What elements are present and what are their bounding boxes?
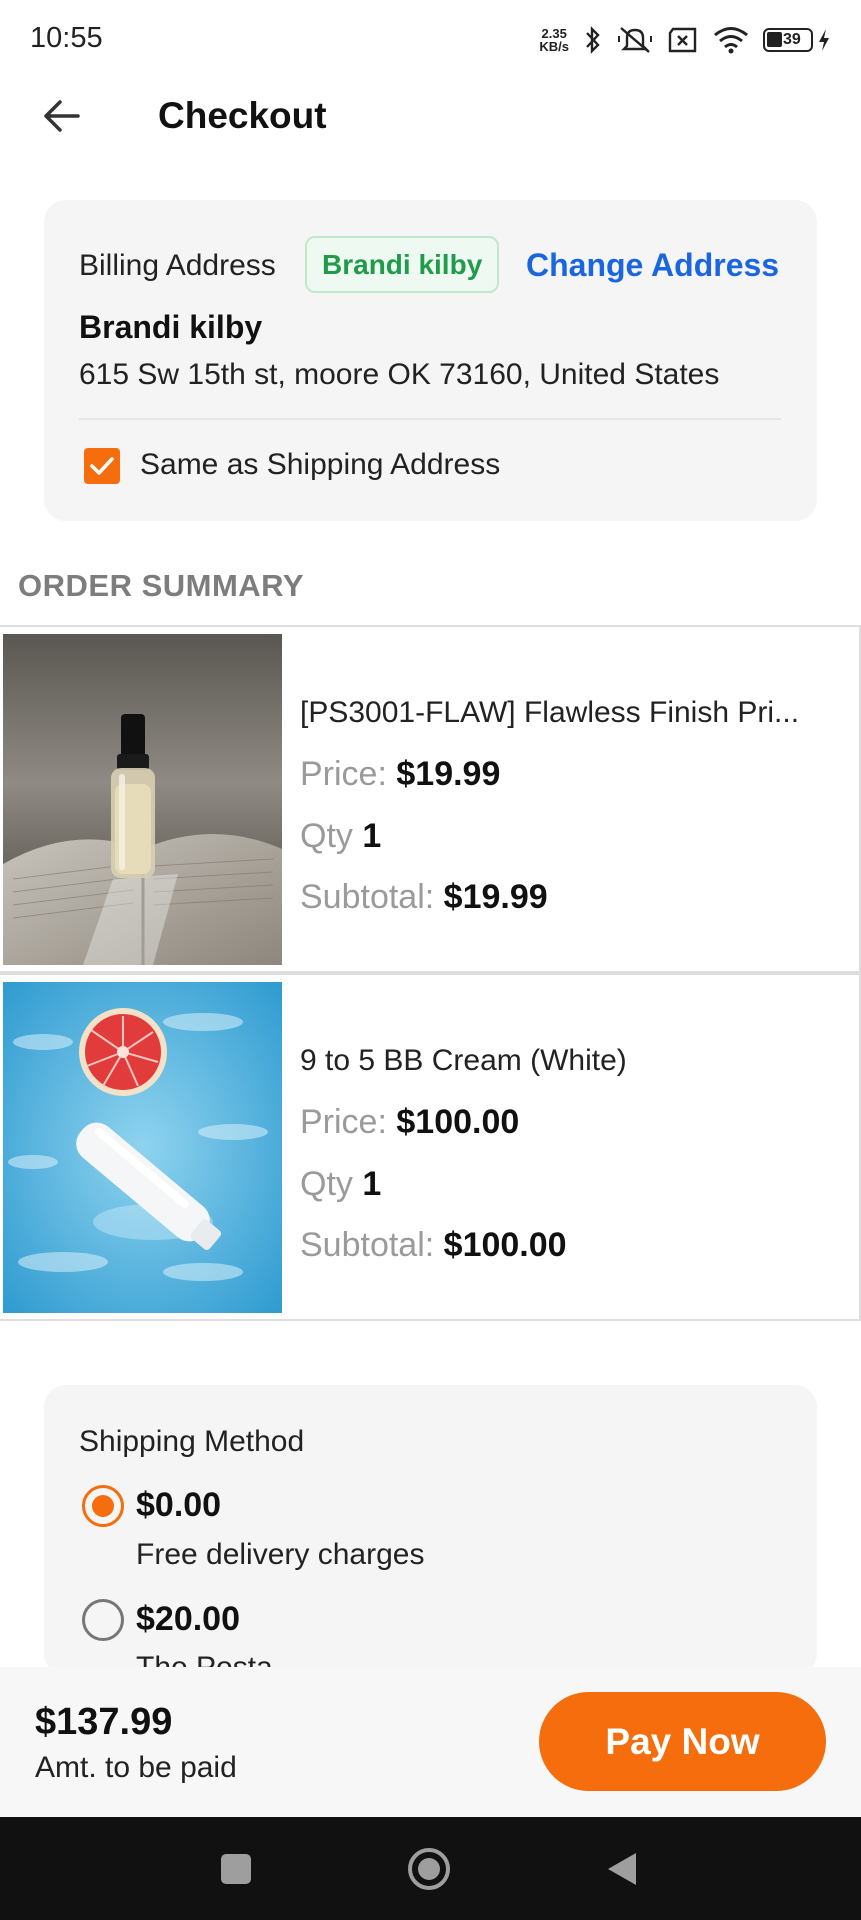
header: Checkout <box>0 80 861 150</box>
arrow-left-icon <box>44 100 80 132</box>
shipping-method-title: Shipping Method <box>79 1425 305 1458</box>
product-image-serum <box>3 634 282 965</box>
order-item-list: [PS3001-FLAW] Flawless Finish Pri... Pri… <box>0 625 861 1321</box>
pay-now-button[interactable]: Pay Now <box>539 1692 826 1791</box>
bluetooth-icon <box>586 26 600 54</box>
billing-address-label: Billing Address <box>79 249 276 282</box>
triangle-back-icon <box>608 1853 636 1885</box>
shipping-option-description: Free delivery charges <box>136 1538 425 1571</box>
home-circle-icon <box>408 1848 450 1890</box>
shipping-option-radio-posta[interactable] <box>82 1599 124 1641</box>
status-time: 10:55 <box>30 22 103 54</box>
product-subtotal-row: Subtotal: $100.00 <box>300 1226 567 1264</box>
net-speed: 2.35 KB/s <box>539 26 569 54</box>
same-as-shipping-checkbox[interactable] <box>84 448 120 484</box>
back-button[interactable] <box>38 92 86 140</box>
product-qty: 1 <box>362 817 382 855</box>
nav-back-button[interactable] <box>598 1845 646 1893</box>
product-price: $19.99 <box>396 755 501 793</box>
battery-icon: 39 <box>763 28 813 52</box>
billing-name: Brandi kilby <box>79 309 263 345</box>
product-subtotal-row: Subtotal: $19.99 <box>300 878 548 916</box>
shipping-option-price: $20.00 <box>136 1600 240 1638</box>
mute-icon <box>618 27 652 53</box>
divider <box>79 418 781 420</box>
product-price-row: Price: $19.99 <box>300 755 501 793</box>
order-item: 9 to 5 BB Cream (White) Price: $100.00 Q… <box>0 973 861 1321</box>
billing-address-card: Billing Address Brandi kilby Change Addr… <box>44 200 817 521</box>
product-name: 9 to 5 BB Cream (White) <box>300 1044 627 1077</box>
wifi-icon <box>714 27 748 54</box>
status-bar: 10:55 2.35 KB/s 39 <box>0 0 861 80</box>
checkmark-icon <box>90 457 114 475</box>
product-price-row: Price: $100.00 <box>300 1103 520 1141</box>
charging-icon <box>819 29 829 51</box>
product-price: $100.00 <box>396 1103 520 1141</box>
change-address-link[interactable]: Change Address <box>526 244 779 286</box>
checkout-footer: $137.99 Amt. to be paid Pay Now <box>0 1667 861 1817</box>
billing-name-badge: Brandi kilby <box>305 236 500 293</box>
product-qty: 1 <box>362 1165 382 1203</box>
shipping-option-price: $0.00 <box>136 1486 222 1524</box>
total-amount: $137.99 <box>35 1701 173 1743</box>
system-nav-bar <box>0 1817 861 1920</box>
shipping-method-card: Shipping Method $0.00 Free delivery char… <box>44 1385 817 1675</box>
status-icons: 2.35 KB/s 39 <box>539 22 831 58</box>
same-as-shipping-label: Same as Shipping Address <box>140 448 501 481</box>
total-label: Amt. to be paid <box>35 1751 237 1784</box>
battery-group: 39 <box>763 28 831 52</box>
shipping-option-radio-free[interactable] <box>82 1485 124 1527</box>
product-qty-row: Qty 1 <box>300 817 382 855</box>
product-subtotal: $100.00 <box>443 1226 567 1264</box>
sim-icon <box>668 27 697 53</box>
page-title: Checkout <box>158 95 327 136</box>
square-icon <box>221 1854 251 1884</box>
product-image-bb-cream <box>3 982 282 1313</box>
order-summary-heading: ORDER SUMMARY <box>18 568 305 603</box>
home-button[interactable] <box>405 1845 453 1893</box>
product-qty-row: Qty 1 <box>300 1165 382 1203</box>
order-item: [PS3001-FLAW] Flawless Finish Pri... Pri… <box>0 625 861 973</box>
product-name: [PS3001-FLAW] Flawless Finish Pri... <box>300 696 800 729</box>
billing-address-text: 615 Sw 15th st, moore OK 73160, United S… <box>79 358 720 391</box>
recent-apps-button[interactable] <box>212 1845 260 1893</box>
product-subtotal: $19.99 <box>443 878 548 916</box>
